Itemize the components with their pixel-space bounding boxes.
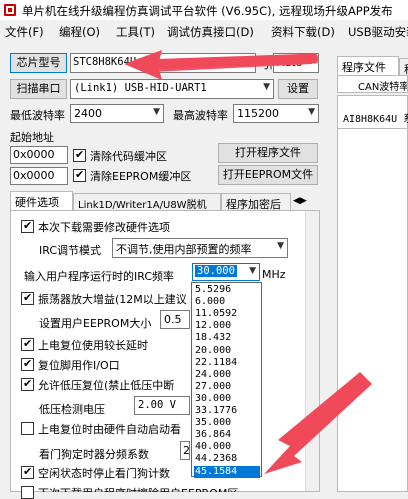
arrow-to-selection (264, 372, 372, 474)
arrow-head-chip (124, 50, 162, 80)
annotation-arrows (124, 50, 372, 474)
